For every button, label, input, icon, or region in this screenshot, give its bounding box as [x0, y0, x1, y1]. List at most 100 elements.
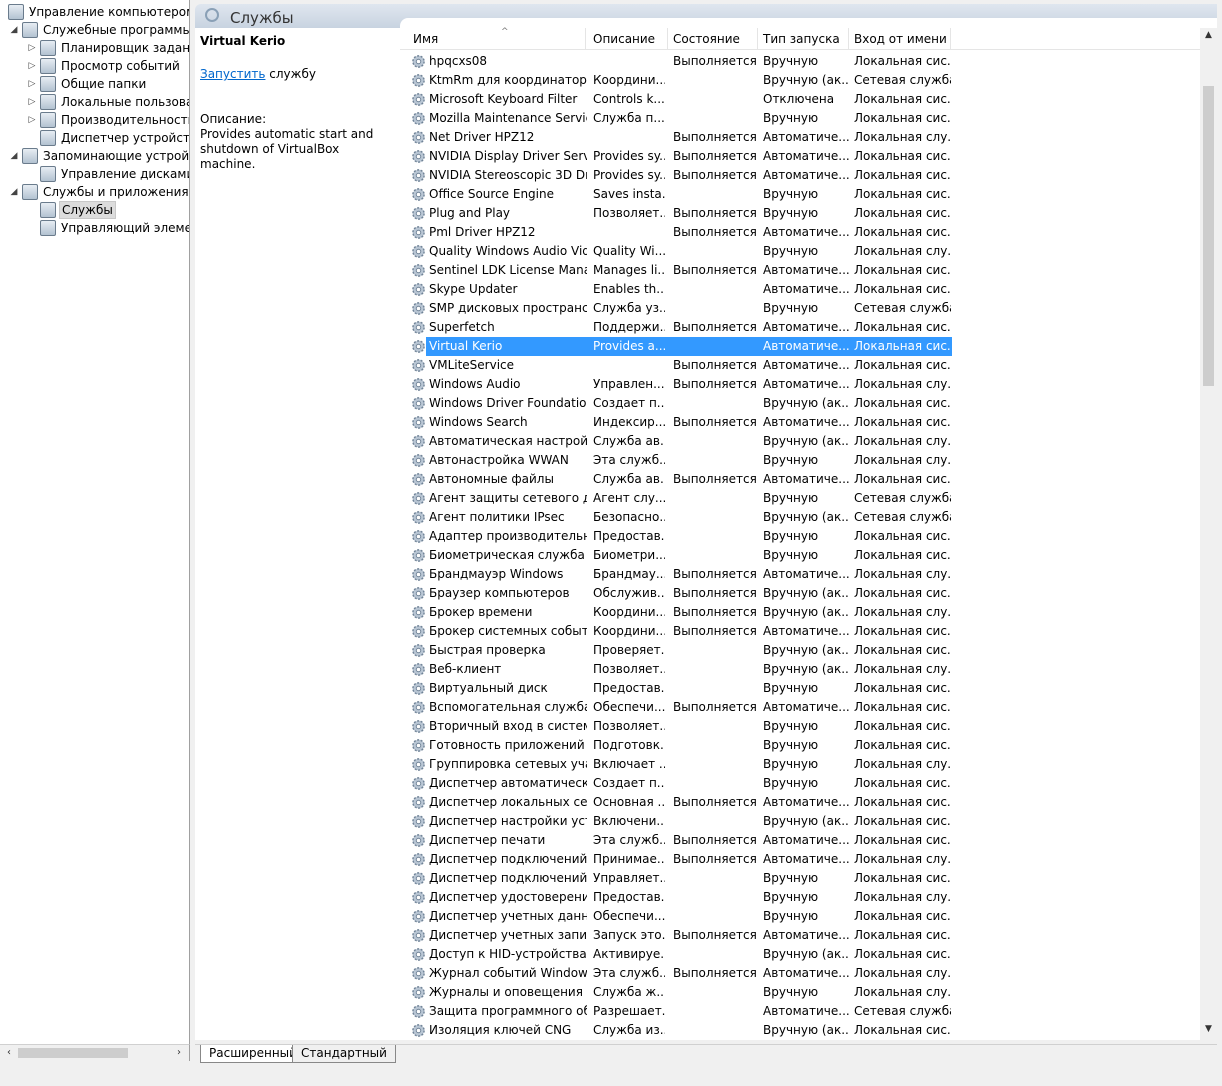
table-row[interactable]: Net Driver HPZ12 Выполняется Автоматиче...…: [400, 128, 1200, 147]
table-row[interactable]: Диспетчер учетных записе... Запуск это...…: [400, 926, 1200, 945]
table-row[interactable]: Адаптер производительно... Предостав... Вр…: [400, 527, 1200, 546]
table-row[interactable]: Диспетчер учетных данных Обеспечи... Вручн…: [400, 907, 1200, 926]
tree-item[interactable]: ▷ Просмотр событий: [26, 57, 182, 75]
table-row[interactable]: Журналы и оповещения п... Служба ж... Вруч…: [400, 983, 1200, 1002]
tree-item[interactable]: Управление дисками: [26, 165, 189, 183]
tree-item[interactable]: ▷ Планировщик заданий: [26, 39, 189, 57]
scroll-right-arrow-icon[interactable]: ›: [172, 1046, 186, 1060]
services-icon: [40, 202, 56, 218]
table-row[interactable]: Office Source Engine Saves insta... Вручну…: [400, 185, 1200, 204]
table-row[interactable]: NVIDIA Stereoscopic 3D Dri... Provides sy…: [400, 166, 1200, 185]
table-row[interactable]: Автономные файлы Служба ав... Выполняется А…: [400, 470, 1200, 489]
table-row[interactable]: Вспомогательная служба IP Обеспечи... Выпо…: [400, 698, 1200, 717]
table-row[interactable]: Изоляция ключей CNG Служба из... Вручную (…: [400, 1021, 1200, 1040]
scroll-thumb[interactable]: [18, 1048, 128, 1058]
table-row[interactable]: Диспетчер локальных сеа... Основная ... Вы…: [400, 793, 1200, 812]
tree-item[interactable]: ▷ Производительность: [26, 111, 189, 129]
expand-arrow-icon[interactable]: ◢: [8, 21, 20, 39]
table-row[interactable]: Веб-клиент Позволяет... Вручную (ак... Лока…: [400, 660, 1200, 679]
scroll-down-arrow-icon[interactable]: ▼: [1202, 1024, 1215, 1037]
service-startup-type: Автоматиче...: [763, 149, 849, 163]
table-row[interactable]: Диспетчер автоматически... Создает п... Вр…: [400, 774, 1200, 793]
table-row[interactable]: Quality Windows Audio Vid... Quality Wi..…: [400, 242, 1200, 261]
expand-arrow-icon[interactable]: ▷: [26, 111, 38, 129]
table-row[interactable]: KtmRm для координатора ... Координи... Вру…: [400, 71, 1200, 90]
service-status: Выполняется: [673, 472, 757, 486]
service-log-on-as: Локальная слу...: [854, 852, 951, 866]
scroll-up-arrow-icon[interactable]: ▲: [1202, 30, 1215, 43]
table-row[interactable]: Диспетчер печати Эта служб... Выполняется А…: [400, 831, 1200, 850]
expand-arrow-icon[interactable]: ▷: [26, 39, 38, 57]
start-service-action: Запустить службу: [200, 67, 316, 81]
table-row[interactable]: Диспетчер настройки устр... Включени... Вр…: [400, 812, 1200, 831]
tree-item[interactable]: Управление компьютером (л: [2, 3, 189, 21]
service-status: Выполняется: [673, 54, 757, 68]
expand-arrow-icon[interactable]: ▷: [26, 93, 38, 111]
start-service-link[interactable]: Запустить: [200, 67, 265, 81]
table-row[interactable]: SMP дисковых пространст... Служба уз... Вр…: [400, 299, 1200, 318]
service-status: Выполняется: [673, 700, 757, 714]
table-row[interactable]: Агент защиты сетевого до... Агент слу... В…: [400, 489, 1200, 508]
expand-arrow-icon[interactable]: ▷: [26, 75, 38, 93]
table-row[interactable]: Диспетчер удостоверения ... Предостав... В…: [400, 888, 1200, 907]
tree-item[interactable]: ▷ Локальные пользовате: [26, 93, 189, 111]
column-status[interactable]: Состояние: [668, 28, 758, 50]
tab-standard[interactable]: Стандартный: [292, 1045, 396, 1063]
tab-extended[interactable]: Расширенный: [200, 1045, 306, 1063]
column-description[interactable]: Описание: [588, 28, 668, 50]
tree-item[interactable]: ◢ Служебные программы: [8, 21, 189, 39]
table-row[interactable]: Superfetch Поддержи... Выполняется Автомати…: [400, 318, 1200, 337]
table-row[interactable]: Виртуальный диск Предостав... Вручную Локал…: [400, 679, 1200, 698]
column-log-on-as[interactable]: Вход от имени: [849, 28, 951, 50]
table-row[interactable]: Диспетчер подключений ... Управляет... Вру…: [400, 869, 1200, 888]
table-row[interactable]: Быстрая проверка Проверяет... Вручную (ак.…: [400, 641, 1200, 660]
table-row[interactable]: Вторичный вход в систему Позволяет... Вруч…: [400, 717, 1200, 736]
service-startup-type: Автоматиче...: [763, 130, 849, 144]
table-row[interactable]: hpqcxs08 Выполняется Вручную Локальная сис.…: [400, 52, 1200, 71]
expand-arrow-icon[interactable]: ▷: [26, 57, 38, 75]
service-startup-type: Вручную (ак...: [763, 1023, 849, 1037]
table-row[interactable]: Журнал событий Windows Эта служб... Выполн…: [400, 964, 1200, 983]
service-name: Quality Windows Audio Vid...: [429, 244, 587, 258]
column-header-row: Имя ^ Описание Состояние Тип запуска Вхо…: [400, 27, 1200, 50]
table-row[interactable]: Доступ к HID-устройствам Активируе... Вруч…: [400, 945, 1200, 964]
table-row[interactable]: Microsoft Keyboard Filter Controls k... От…: [400, 90, 1200, 109]
table-row[interactable]: Защита программного об... Разрешает... Авт…: [400, 1002, 1200, 1021]
table-row[interactable]: Биометрическая служба ... Биометри... Вруч…: [400, 546, 1200, 565]
table-row[interactable]: Агент политики IPsec Безопасно... Вручную …: [400, 508, 1200, 527]
table-row[interactable]: Готовность приложений Подготовк... Вручную…: [400, 736, 1200, 755]
table-row[interactable]: Браузер компьютеров Обслужив... Выполняетс…: [400, 584, 1200, 603]
table-row[interactable]: Группировка сетевых учас... Включает ... В…: [400, 755, 1200, 774]
table-row[interactable]: Mozilla Maintenance Service Служба п... Вр…: [400, 109, 1200, 128]
table-row[interactable]: Брокер системных событий Координи... Выпол…: [400, 622, 1200, 641]
table-row[interactable]: Автоматическая настройк... Служба ав... Вр…: [400, 432, 1200, 451]
table-row[interactable]: Sentinel LDK License Mana... Manages li..…: [400, 261, 1200, 280]
tree-horizontal-scrollbar[interactable]: ‹ ›: [0, 1044, 190, 1061]
table-row[interactable]: Windows Search Индексир... Выполняется Авто…: [400, 413, 1200, 432]
table-row[interactable]: Windows Driver Foundation... Создает п...…: [400, 394, 1200, 413]
table-row[interactable]: Диспетчер подключений ... Принимае... Выпо…: [400, 850, 1200, 869]
scroll-left-arrow-icon[interactable]: ‹: [2, 1046, 16, 1060]
table-row[interactable]: Plug and Play Позволяет... Выполняется Вруч…: [400, 204, 1200, 223]
expand-arrow-icon[interactable]: ◢: [8, 183, 20, 201]
services-vertical-scrollbar[interactable]: ▲ ▼: [1200, 28, 1217, 1040]
column-name[interactable]: Имя ^: [408, 27, 586, 50]
table-row[interactable]: Skype Updater Enables th... Автоматиче... Л…: [400, 280, 1200, 299]
tree-item[interactable]: Диспетчер устройств: [26, 129, 189, 147]
tree-item[interactable]: ▷ Общие папки: [26, 75, 148, 93]
table-row[interactable]: Virtual Kerio Provides a... Автоматиче... Л…: [400, 337, 1200, 356]
table-row[interactable]: Брандмауэр Windows Брандмау... Выполняется…: [400, 565, 1200, 584]
expand-arrow-icon[interactable]: ◢: [8, 147, 20, 165]
table-row[interactable]: Брокер времени Координи... Выполняется Вруч…: [400, 603, 1200, 622]
tree-item[interactable]: Службы: [26, 201, 116, 219]
table-row[interactable]: NVIDIA Display Driver Service Provides sy…: [400, 147, 1200, 166]
table-row[interactable]: Pml Driver HPZ12 Выполняется Автоматиче...…: [400, 223, 1200, 242]
vertical-scroll-thumb[interactable]: [1203, 86, 1214, 386]
column-startup-type[interactable]: Тип запуска: [758, 28, 849, 50]
table-row[interactable]: Windows Audio Управлен... Выполняется Автом…: [400, 375, 1200, 394]
tree-item[interactable]: Управляющий элемен: [26, 219, 189, 237]
table-row[interactable]: Автонастройка WWAN Эта служб... Вручную Лок…: [400, 451, 1200, 470]
tree-item[interactable]: ◢ Службы и приложения: [8, 183, 189, 201]
tree-item[interactable]: ◢ Запоминающие устройст: [8, 147, 189, 165]
table-row[interactable]: VMLiteService Выполняется Автоматиче... Лок…: [400, 356, 1200, 375]
